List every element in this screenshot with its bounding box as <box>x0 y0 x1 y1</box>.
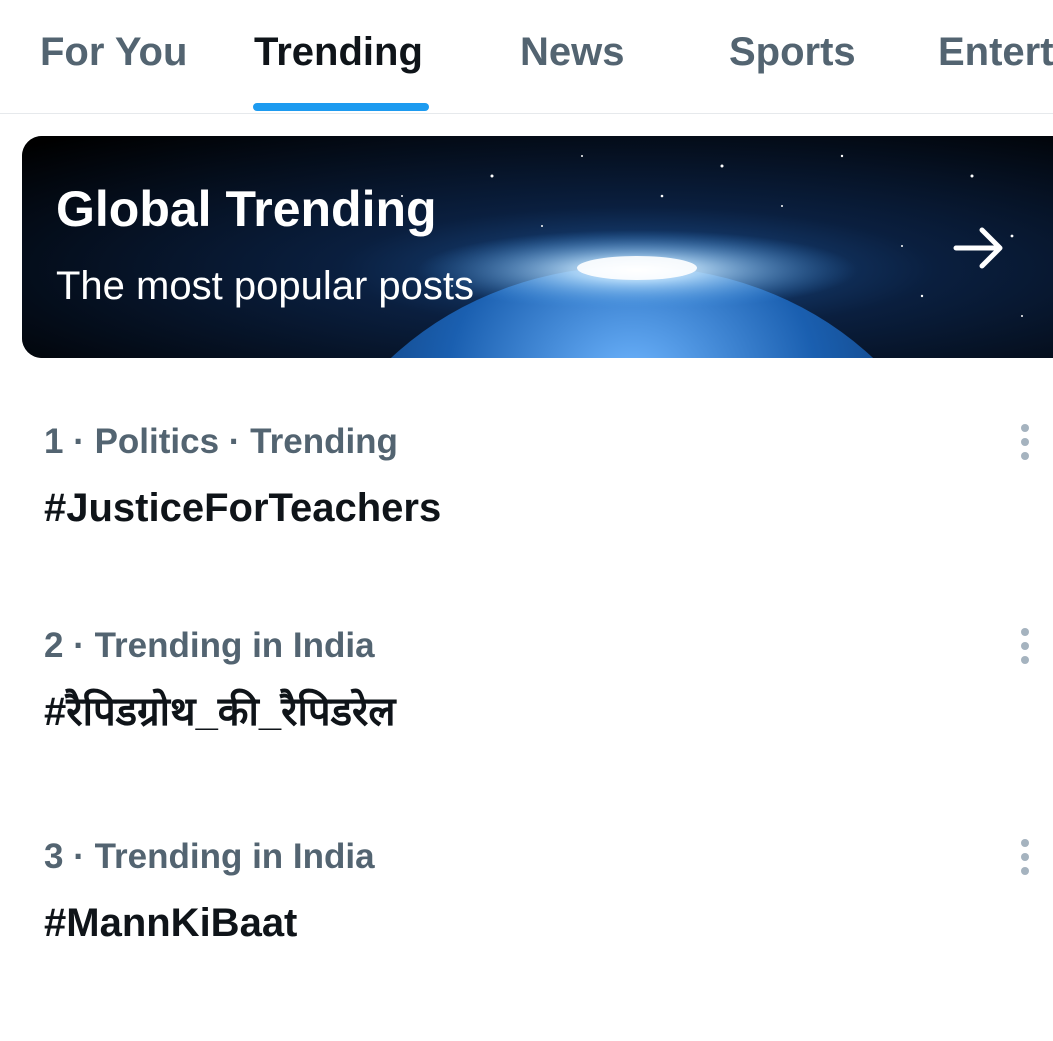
tab-news[interactable]: News <box>520 28 625 76</box>
trend-context: 3 · Trending in India <box>44 837 375 876</box>
trend-context: 2 · Trending in India <box>44 626 375 665</box>
trend-hashtag[interactable]: #रैपिडग्रोथ_की_रैपिडरेल <box>44 688 1044 736</box>
tab-for-you[interactable]: For You <box>40 28 187 76</box>
trend-item[interactable]: 1 · Politics · Trending #JusticeForTeach… <box>44 420 1044 532</box>
tab-entertainment[interactable]: Entert <box>938 28 1053 76</box>
more-options-icon[interactable] <box>1010 422 1040 462</box>
trend-context: 1 · Politics · Trending <box>44 422 398 461</box>
tab-trending[interactable]: Trending <box>254 28 423 76</box>
trend-item[interactable]: 3 · Trending in India #MannKiBaat <box>44 835 1044 947</box>
tab-bar: For You Trending News Sports Entert <box>0 0 1053 114</box>
more-options-icon[interactable] <box>1010 837 1040 877</box>
more-options-icon[interactable] <box>1010 626 1040 666</box>
trend-hashtag[interactable]: #JusticeForTeachers <box>44 484 1044 532</box>
active-tab-indicator <box>253 103 429 111</box>
banner-subtitle: The most popular posts <box>56 264 474 308</box>
banner-title: Global Trending <box>56 181 437 237</box>
tab-sports[interactable]: Sports <box>729 28 856 76</box>
global-trending-banner[interactable]: Global Trending The most popular posts <box>22 136 1053 358</box>
trend-item[interactable]: 2 · Trending in India #रैपिडग्रोथ_की_रैप… <box>44 624 1044 736</box>
trend-hashtag[interactable]: #MannKiBaat <box>44 899 1044 947</box>
arrow-right-icon[interactable] <box>952 224 1008 272</box>
earth-background-image <box>22 136 1053 358</box>
